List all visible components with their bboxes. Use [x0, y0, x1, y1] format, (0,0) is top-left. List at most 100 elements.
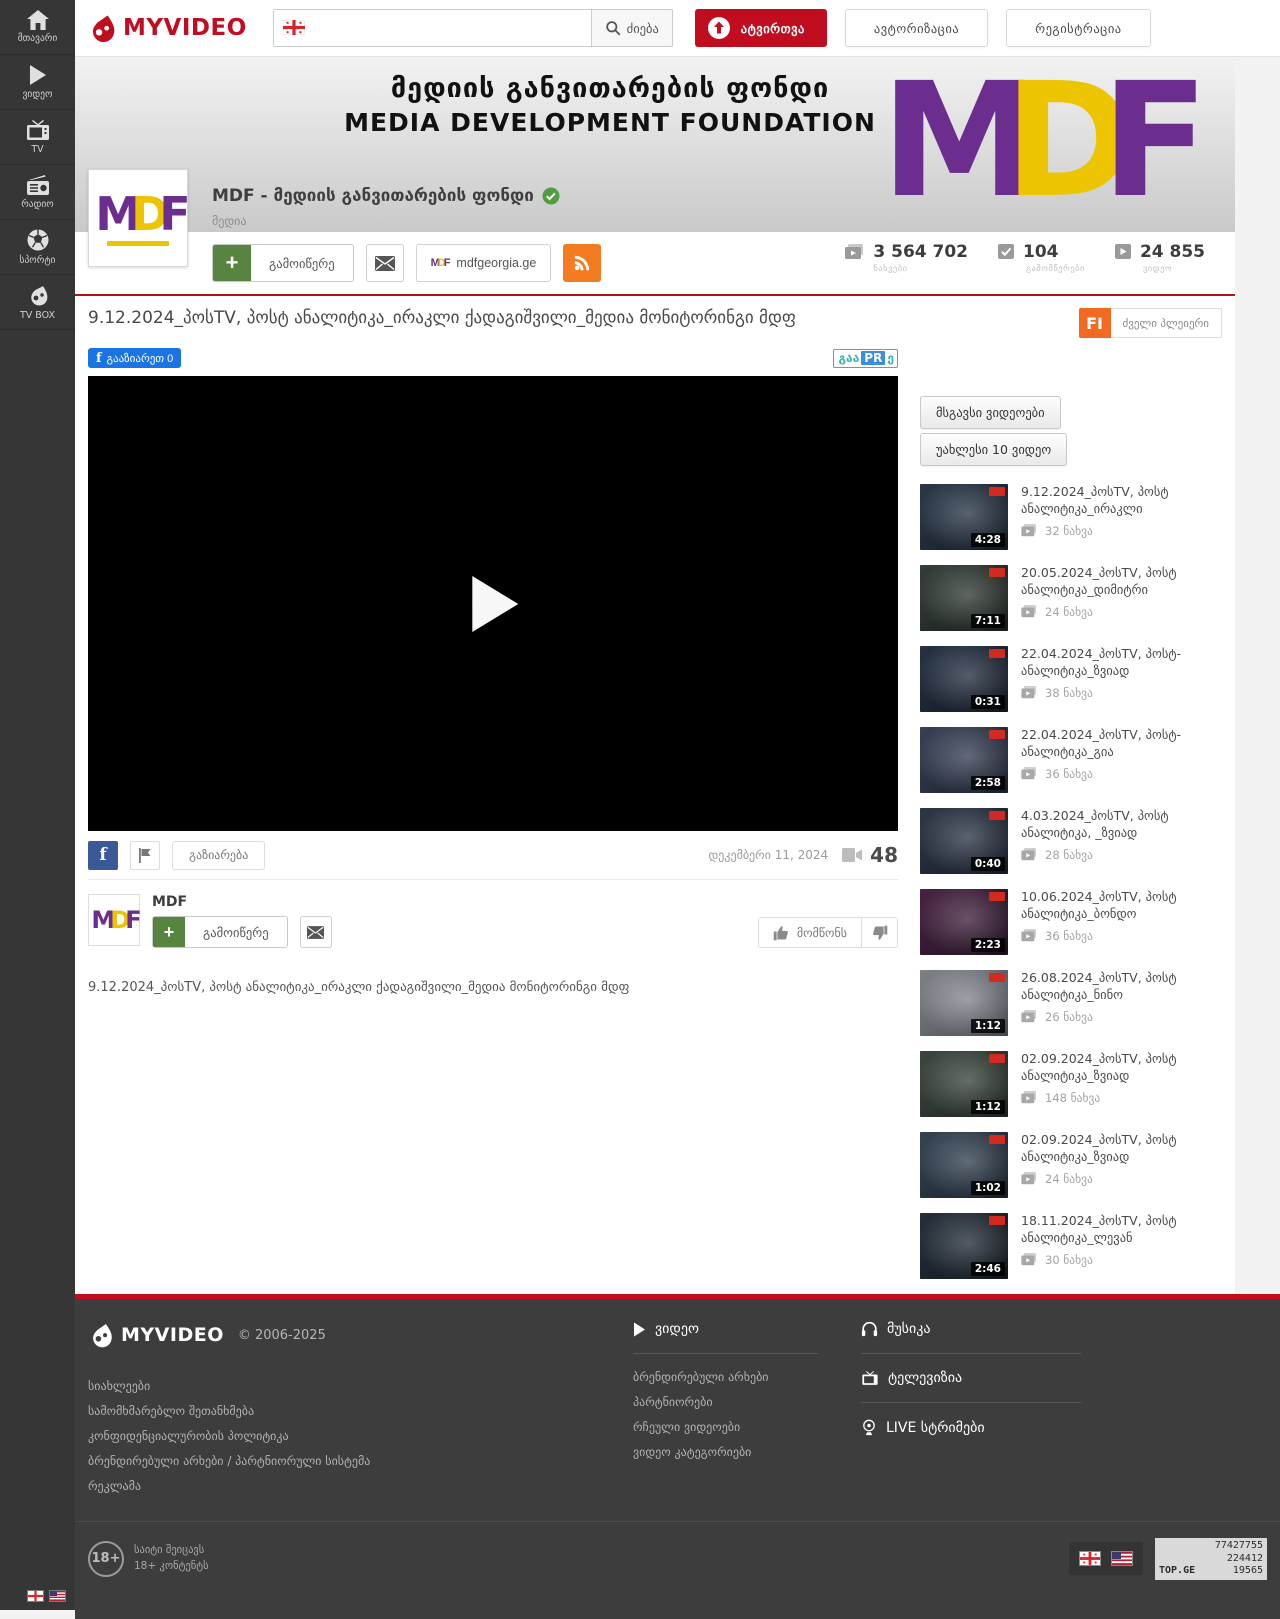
- radio-icon: [26, 175, 49, 195]
- us-flag-icon[interactable]: [1111, 1551, 1133, 1567]
- related-video-title[interactable]: 4.03.2024_პოსTV, პოსტ ანალიტიკა, _ზვიად: [1021, 808, 1220, 842]
- video-thumbnail[interactable]: 2:23: [920, 889, 1008, 955]
- footer-tv-link[interactable]: ტელევიზია: [861, 1370, 1101, 1386]
- footer-link-branded-channels[interactable]: ბრენდირებული არხები: [633, 1370, 839, 1384]
- channel-website-button[interactable]: MDF mdfgeorgia.ge: [415, 244, 552, 282]
- sidebar-item-label: მთავარი: [17, 33, 58, 44]
- dislike-button[interactable]: [862, 917, 898, 948]
- topge-counter[interactable]: 77427755 224412 TOP.GE 19565: [1155, 1538, 1267, 1580]
- search-input[interactable]: [272, 9, 591, 47]
- footer-video-header[interactable]: ვიდეო: [655, 1321, 699, 1337]
- tv-icon: [26, 120, 49, 140]
- topge-label: TOP.GE: [1159, 1565, 1196, 1576]
- related-video-item[interactable]: 2:23 10.06.2024_პოსTV, პოსტ ანალიტიკა_ბო…: [920, 889, 1220, 955]
- related-video-title[interactable]: 02.09.2024_პოსTV, პოსტ ანალიტიკა_ზვიად: [1021, 1132, 1220, 1166]
- facebook-like-button[interactable]: f გააზიარეთ 0: [88, 348, 182, 368]
- tab-latest-videos[interactable]: უახლესი 10 ვიდეო: [920, 433, 1068, 466]
- sidebar-item-tv[interactable]: TV: [0, 110, 75, 165]
- subscribe-button[interactable]: + გამოიწერე: [212, 244, 354, 282]
- video-thumbnail[interactable]: 0:40: [920, 808, 1008, 874]
- subscribe-button[interactable]: + გამოიწერე: [152, 916, 288, 948]
- stat-views: 3 564 702 ნახვები: [845, 242, 968, 274]
- footer-link-news[interactable]: სიახლეები: [88, 1379, 633, 1393]
- message-button[interactable]: [299, 916, 332, 948]
- footer-live-streams-link[interactable]: LIVE სტრიმები: [861, 1419, 1101, 1436]
- registration-button[interactable]: რეგისტრაცია: [1006, 9, 1151, 47]
- authorization-button[interactable]: ავტორიზაცია: [844, 9, 989, 47]
- views-icon: [1021, 767, 1036, 780]
- video-thumbnail[interactable]: 0:31: [920, 646, 1008, 712]
- related-video-title[interactable]: 22.04.2024_პოსTV, პოსტ-ანალიტიკა_ზვიად: [1021, 646, 1220, 680]
- georgia-flag-icon[interactable]: [1079, 1551, 1101, 1567]
- sidebar-item-radio[interactable]: რადიო: [0, 165, 75, 220]
- video-player[interactable]: [88, 376, 898, 831]
- old-player-toggle[interactable]: FI ძველი პლეიერი: [1078, 308, 1222, 338]
- footer-music-link[interactable]: მუსიკა: [861, 1321, 1101, 1337]
- thumb-down-icon: [872, 925, 887, 940]
- related-video-item[interactable]: 0:40 4.03.2024_პოსTV, პოსტ ანალიტიკა, _ზ…: [920, 808, 1220, 874]
- sidebar-item-home[interactable]: მთავარი: [0, 0, 75, 55]
- banner-title-georgian: მედიის განვითარების ფონდი: [390, 73, 830, 104]
- upload-button[interactable]: ატვირთვა: [694, 9, 827, 47]
- related-video-title[interactable]: 10.06.2024_პოსTV, პოსტ ანალიტიკა_ბონდო: [1021, 889, 1220, 923]
- related-video-item[interactable]: 4:28 9.12.2024_პოსTV, პოსტ ანალიტიკა_ირა…: [920, 484, 1220, 550]
- video-thumbnail[interactable]: 4:28: [920, 484, 1008, 550]
- search-button[interactable]: ძიება: [590, 9, 673, 47]
- related-video-item[interactable]: 1:02 02.09.2024_პოსTV, პოსტ ანალიტიკა_ზვ…: [920, 1132, 1220, 1198]
- related-video-title[interactable]: 9.12.2024_პოსTV, პოსტ ანალიტიკა_ირაკლი: [1021, 484, 1220, 518]
- facebook-share-button[interactable]: f: [88, 840, 118, 870]
- postv-logo: [989, 973, 1005, 982]
- footer-link-partners[interactable]: პარტნიორები: [633, 1395, 839, 1409]
- related-video-item[interactable]: 7:11 20.05.2024_პოსTV, პოსტ ანალიტიკა_დი…: [920, 565, 1220, 631]
- fi-badge[interactable]: FI: [1078, 308, 1111, 338]
- channel-avatar[interactable]: MDF: [88, 169, 191, 267]
- search-icon: [605, 21, 621, 36]
- sidebar-item-sport[interactable]: სპორტი: [0, 220, 75, 275]
- footer-link-terms[interactable]: სამომხმარებლო შეთანხმება: [88, 1404, 633, 1418]
- report-flag-button[interactable]: [130, 840, 160, 870]
- footer-link-ads[interactable]: რეკლამა: [88, 1479, 633, 1493]
- tab-similar-videos[interactable]: მსგავსი ვიდეოები: [920, 396, 1061, 429]
- video-thumbnail[interactable]: 1:12: [920, 970, 1008, 1036]
- related-video-item[interactable]: 1:12 26.08.2024_პოსTV, პოსტ ანალიტიკა_ნი…: [920, 970, 1220, 1036]
- video-thumbnail[interactable]: 1:12: [920, 1051, 1008, 1117]
- related-video-title[interactable]: 18.11.2024_პოსTV, პოსტ ანალიტიკა_ლევან: [1021, 1213, 1220, 1247]
- footer-link-privacy[interactable]: კონფიდენციალურობის პოლიტიკა: [88, 1429, 633, 1443]
- myvideo-logo[interactable]: MYVIDEO: [87, 12, 247, 44]
- gaapre-badge[interactable]: გაა PR ე: [832, 348, 898, 368]
- video-thumbnail[interactable]: 2:46: [920, 1213, 1008, 1279]
- share-button[interactable]: გაზიარება: [172, 840, 266, 870]
- georgia-flag-icon[interactable]: [282, 20, 305, 35]
- footer-brand[interactable]: MYVIDEO: [121, 1324, 224, 1346]
- related-video-title[interactable]: 02.09.2024_პოსTV, პოსტ ანალიტიკა_ზვიად: [1021, 1051, 1220, 1085]
- message-button[interactable]: [365, 244, 404, 282]
- video-thumbnail[interactable]: 2:58: [920, 727, 1008, 793]
- footer-link-video-categories[interactable]: ვიდეო კატეგორიები: [633, 1445, 839, 1459]
- channel-card-name[interactable]: MDF: [152, 894, 332, 910]
- duration-badge: 7:11: [970, 614, 1005, 628]
- us-flag-icon[interactable]: [49, 1590, 66, 1602]
- related-video-item[interactable]: 1:12 02.09.2024_პოსTV, პოსტ ანალიტიკა_ზვ…: [920, 1051, 1220, 1117]
- video-thumbnail[interactable]: 1:02: [920, 1132, 1008, 1198]
- video-thumbnail[interactable]: 7:11: [920, 565, 1008, 631]
- search-button-label: ძიება: [626, 21, 659, 36]
- like-button[interactable]: მომწონს: [757, 917, 862, 948]
- publish-date: დეკემბერი 11, 2024: [708, 848, 829, 862]
- views-icon: [1021, 524, 1036, 537]
- related-video-item[interactable]: 2:46 18.11.2024_პოსTV, პოსტ ანალიტიკა_ლე…: [920, 1213, 1220, 1279]
- play-button-icon[interactable]: [472, 575, 519, 632]
- sidebar-item-video[interactable]: ვიდეო: [0, 55, 75, 110]
- georgia-flag-icon[interactable]: [27, 1590, 44, 1602]
- related-video-item[interactable]: 0:31 22.04.2024_პოსTV, პოსტ-ანალიტიკა_ზვ…: [920, 646, 1220, 712]
- related-video-title[interactable]: 26.08.2024_პოსTV, პოსტ ანალიტიკა_ნინო: [1021, 970, 1220, 1004]
- channel-card-avatar[interactable]: MDF: [88, 894, 142, 946]
- related-video-title[interactable]: 20.05.2024_პოსTV, პოსტ ანალიტიკა_დიმიტრი: [1021, 565, 1220, 599]
- sidebar-item-tvbox[interactable]: TV BOX: [0, 275, 75, 330]
- channel-category: მედია: [212, 214, 247, 228]
- related-video-item[interactable]: 2:58 22.04.2024_პოსTV, პოსტ-ანალიტიკა_გი…: [920, 727, 1220, 793]
- footer-link-branded-partner[interactable]: ბრენდირებული არხები / პარტნიორული სისტემ…: [88, 1454, 633, 1468]
- views-icon: [1021, 605, 1036, 618]
- rss-button[interactable]: [563, 244, 602, 282]
- related-video-title[interactable]: 22.04.2024_პოსTV, პოსტ-ანალიტიკა_გია: [1021, 727, 1220, 761]
- footer-link-featured-videos[interactable]: რჩეული ვიდეოები: [633, 1420, 839, 1434]
